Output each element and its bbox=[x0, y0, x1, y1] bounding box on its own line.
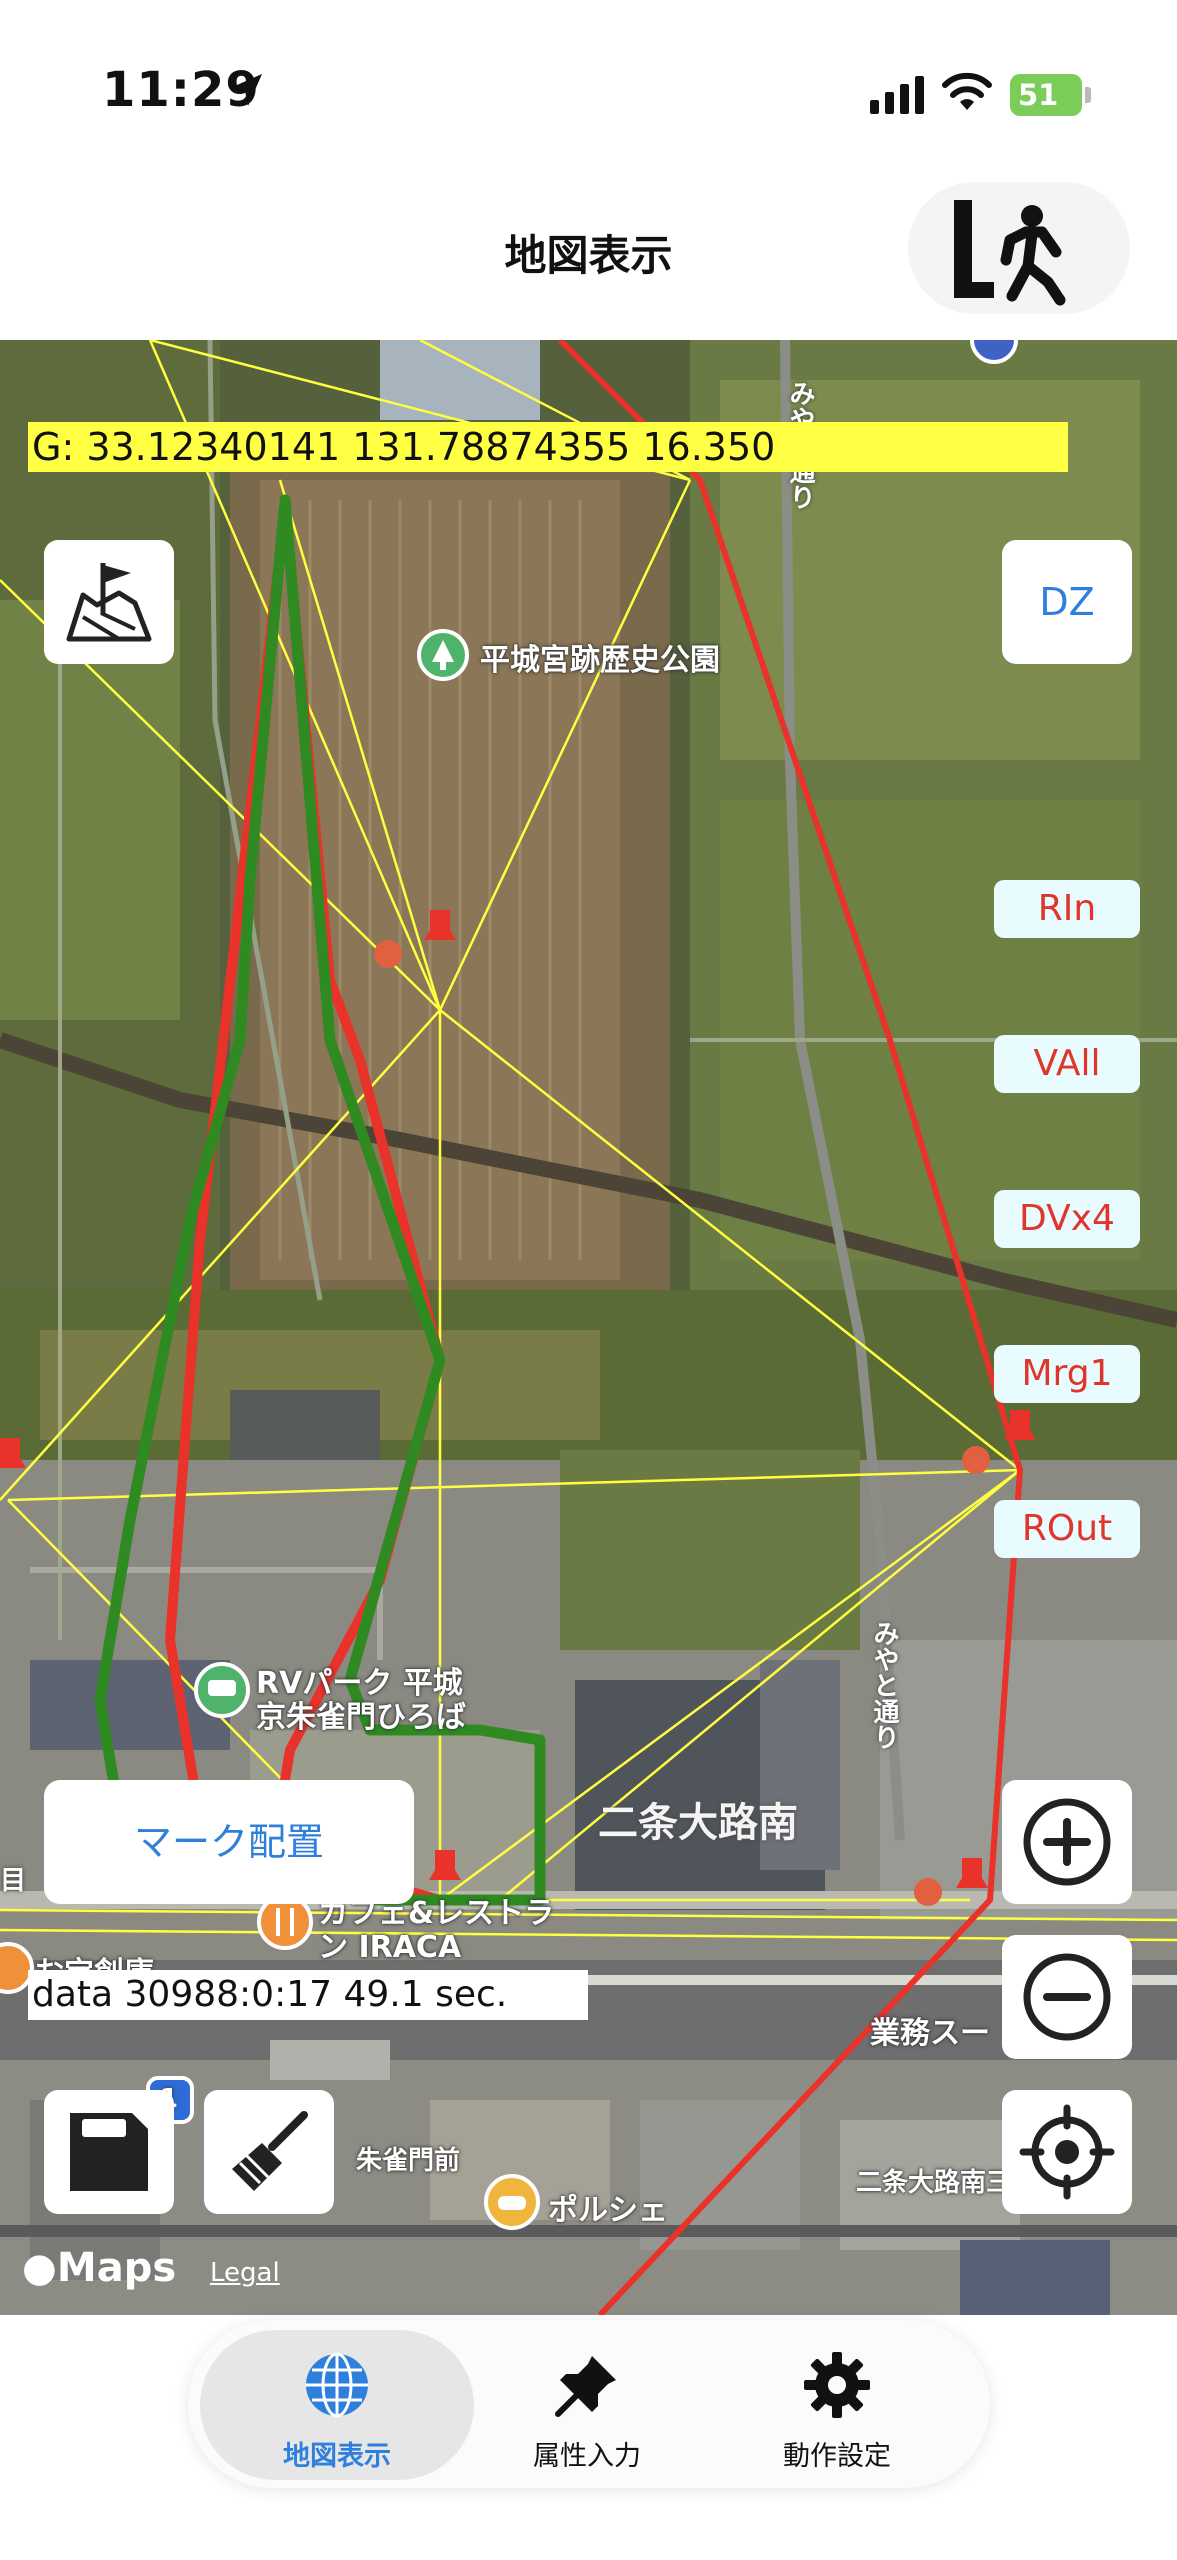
coordinate-readout: G: 33.12340141 131.78874355 16.350 bbox=[28, 422, 1068, 472]
status-bar: 11:29 51 bbox=[0, 0, 1177, 180]
vall-button[interactable]: VAll bbox=[994, 1035, 1140, 1093]
data-readout: data 30988:0:17 49.1 sec. bbox=[28, 1970, 588, 2020]
zoom-in-button[interactable] bbox=[1002, 1780, 1132, 1904]
rv-park-label-2: 京朱雀門ひろば bbox=[256, 1700, 466, 1735]
nijo-south-label: 二条大路南三 bbox=[856, 2168, 1013, 2198]
zoom-out-button[interactable] bbox=[1002, 1935, 1132, 2059]
broom-icon bbox=[232, 2111, 308, 2191]
pushpin-icon bbox=[555, 2356, 616, 2417]
map-layer-button[interactable] bbox=[44, 540, 174, 664]
plus-circle-icon bbox=[1023, 1798, 1111, 1886]
gear-icon bbox=[804, 2352, 870, 2418]
business-label: 業務スー bbox=[870, 2016, 990, 2051]
dvx4-button[interactable]: DVx4 bbox=[994, 1190, 1140, 1248]
park-label: 平城宮跡歴史公園 bbox=[480, 643, 720, 678]
dz-button-label: DZ bbox=[1039, 580, 1095, 624]
maps-logo-text: Maps bbox=[56, 2245, 177, 2291]
maps-logo: ●Maps bbox=[22, 2245, 176, 2291]
cafe-label-2: ン IRACA bbox=[318, 1930, 462, 1965]
app-screen: 11:29 51 地図表示 平城宮跡歴史公園 RVパーク 平城 京朱雀門ひろば … bbox=[0, 0, 1177, 2560]
floppy-disk-icon bbox=[70, 2113, 148, 2191]
dz-button[interactable]: DZ bbox=[1002, 540, 1132, 664]
map-view[interactable]: 平城宮跡歴史公園 RVパーク 平城 京朱雀門ひろば カフェ&レストラ ン IRA… bbox=[0, 340, 1177, 2315]
porsche-label: ポルシェ bbox=[548, 2193, 668, 2228]
locate-me-button[interactable] bbox=[1002, 2090, 1132, 2214]
exit-button[interactable] bbox=[908, 182, 1130, 314]
location-arrow-icon bbox=[230, 74, 262, 106]
nijo-south-area-label: 二条大路南 bbox=[598, 1800, 798, 1846]
tab-map[interactable]: 地図表示 bbox=[212, 2350, 462, 2472]
road-label-2: みやと通り bbox=[869, 1620, 899, 1750]
apple-icon: ● bbox=[22, 2245, 57, 2291]
rout-button[interactable]: ROut bbox=[994, 1500, 1140, 1558]
map-flag-icon bbox=[66, 563, 152, 642]
clear-button[interactable] bbox=[204, 2090, 334, 2214]
tab-settings[interactable]: 動作設定 bbox=[712, 2350, 962, 2472]
minus-circle-icon bbox=[1023, 1953, 1111, 2041]
place-mark-button[interactable]: マーク配置 bbox=[44, 1780, 414, 1904]
tab-map-label: 地図表示 bbox=[283, 2441, 391, 2472]
save-button[interactable] bbox=[44, 2090, 174, 2214]
edge-label: 目 bbox=[0, 1866, 27, 1896]
tab-settings-label: 動作設定 bbox=[783, 2441, 891, 2472]
battery-icon: 51 bbox=[1010, 74, 1091, 116]
globe-icon bbox=[306, 2352, 368, 2418]
wifi-icon bbox=[942, 72, 992, 110]
mrg1-button[interactable]: Mrg1 bbox=[994, 1345, 1140, 1403]
cellular-signal-icon bbox=[870, 76, 924, 114]
legal-link[interactable]: Legal bbox=[210, 2258, 280, 2288]
rin-button[interactable]: RIn bbox=[994, 880, 1140, 938]
suzakumon-label: 朱雀門前 bbox=[356, 2146, 461, 2176]
crosshair-icon bbox=[1019, 2104, 1115, 2200]
exit-person-icon bbox=[954, 200, 1066, 306]
tab-attributes-label: 属性入力 bbox=[533, 2441, 641, 2472]
battery-level: 51 bbox=[1018, 78, 1059, 112]
navigation-bar: 地図表示 bbox=[0, 180, 1177, 340]
tab-attributes[interactable]: 属性入力 bbox=[462, 2350, 712, 2472]
